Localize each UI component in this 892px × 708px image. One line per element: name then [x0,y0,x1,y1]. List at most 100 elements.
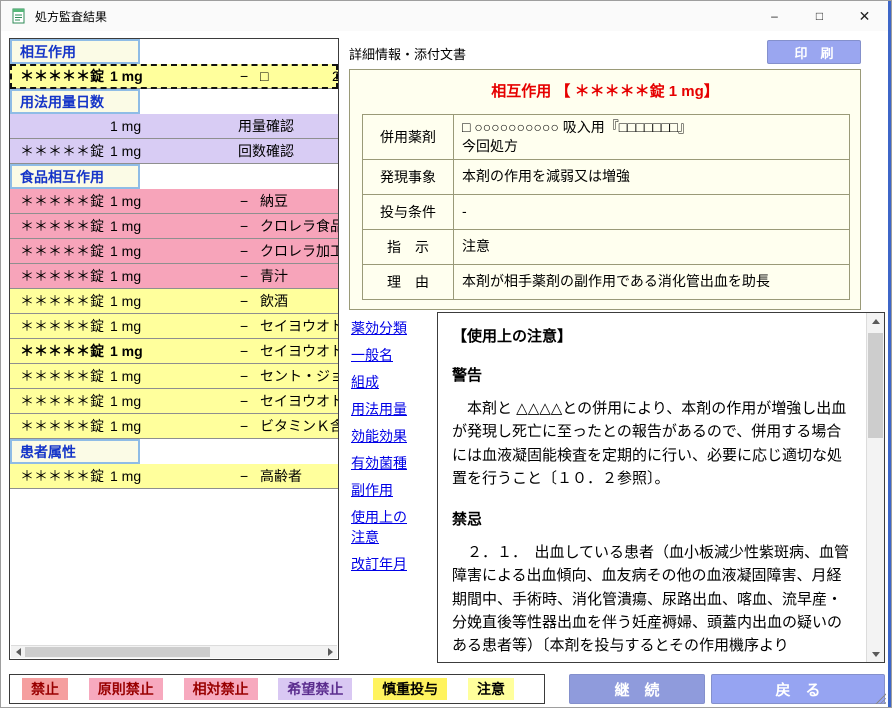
section-header-label: 相互作用 [20,42,76,62]
row-item: セイヨウオト [260,341,338,361]
doc-nav-link[interactable]: 効能効果 [351,426,415,446]
section-header-label: 患者属性 [20,442,76,462]
row-drug-name: ＊＊＊＊＊錠 [20,241,104,261]
doc-nav-link[interactable]: 用法用量 [351,399,415,419]
row-dash: − [240,68,248,84]
print-button[interactable]: 印 刷 [767,40,861,64]
doc-nav-link[interactable]: 有効菌種 [351,453,415,473]
audit-row[interactable]: ＊＊＊＊＊錠1 mg−セイヨウオト [10,389,338,414]
legend-item: 相対禁止 [184,678,258,700]
row-item: セイヨウオト [260,316,338,336]
row-dash: − [240,393,248,409]
close-button[interactable]: ✕ [842,1,887,31]
row-dash: − [240,343,248,359]
scroll-left-icon [16,648,21,656]
detail-table-row: 理 由本剤が相手薬剤の副作用である消化管出血を助長 [363,264,850,299]
detail-table-body: 併用薬剤□ ○○○○○○○○○○ 吸入用『□□□□□□□』 今回処方発現事象本剤… [363,115,850,300]
detail-row-label: 併用薬剤 [363,115,454,160]
audit-row[interactable]: ＊＊＊＊＊錠 1 mg −高齢者 [10,464,338,489]
doc-nav-link[interactable]: 使用上の注意 [351,507,415,547]
detail-table: 併用薬剤□ ○○○○○○○○○○ 吸入用『□□□□□□□』 今回処方発現事象本剤… [362,114,850,300]
row-dose: 1 mg [110,268,141,284]
row-item: 高齢者 [260,466,302,486]
doc-nav-link[interactable]: 改訂年月 [351,554,415,574]
row-drug-name: ＊＊＊＊＊錠 [20,466,104,486]
row-trail: 2 [332,68,338,84]
section-header-label: 食品相互作用 [20,167,104,187]
vertical-scrollbar-thumb[interactable] [868,333,883,438]
doc-nav-link[interactable]: 副作用 [351,480,415,500]
row-item: 用量確認 [238,116,294,136]
doc-nav-link[interactable]: 一般名 [351,345,415,365]
audit-row[interactable]: ＊＊＊＊＊錠1 mg回数確認 [10,139,338,164]
window-controls: – □ ✕ [752,1,887,31]
doc-section-body: 本剤と △△△△との併用により、本剤の作用が増強し出血が発現し死亡に至ったとの報… [452,397,853,490]
audit-row[interactable]: ＊＊＊＊＊錠1 mg−ビタミンＫ含 [10,414,338,439]
row-dose: 1 mg [110,218,141,234]
scroll-left-button[interactable] [11,646,25,658]
row-drug-name: ＊＊＊＊＊錠 [20,216,104,236]
row-drug-name: ＊＊＊＊＊錠 [20,291,104,311]
vertical-scrollbar-track[interactable] [867,329,884,646]
row-dose: 1 mg [110,293,141,309]
detail-header-label: 詳細情報・添付文書 [349,44,466,63]
vertical-scrollbar[interactable] [866,313,884,662]
back-button[interactable]: 戻 る [711,674,885,704]
audit-row[interactable]: ＊＊＊＊＊錠1 mg−□2 [10,64,338,89]
detail-table-row: 投与条件- [363,194,850,229]
row-dash: − [240,193,248,209]
audit-row[interactable]: ＊＊＊＊＊錠1 mg−クロレラ加工 [10,239,338,264]
scroll-down-button[interactable] [867,646,884,662]
audit-row[interactable]: ＊＊＊＊＊錠1 mg−セント・ジョー [10,364,338,389]
detail-row-value: □ ○○○○○○○○○○ 吸入用『□□□□□□□』 今回処方 [454,115,850,160]
audit-row[interactable]: ＊＊＊＊＊錠1 mg−納豆 [10,189,338,214]
row-item: セント・ジョー [260,366,338,386]
detail-row-value: - [454,194,850,229]
audit-row[interactable]: 1 mg用量確認 [10,114,338,139]
detail-title: 相互作用 【 ＊＊＊＊＊錠 1 mg】 [350,80,860,101]
audit-row[interactable]: ＊＊＊＊＊錠1 mg−青汁 [10,264,338,289]
row-item: 納豆 [260,191,288,211]
section-header: 用法用量日数 [10,89,140,114]
scroll-right-icon [328,648,333,656]
horizontal-scrollbar[interactable] [11,645,337,658]
row-dose: 1 mg [110,343,143,359]
doc-nav-link[interactable]: 薬効分類 [351,318,415,338]
audit-list-panel: 相互作用＊＊＊＊＊錠1 mg−□2用法用量日数1 mg用量確認＊＊＊＊＊錠1 m… [9,38,339,660]
audit-row[interactable]: ＊＊＊＊＊錠1 mg−飲酒 [10,289,338,314]
row-item: クロレラ加工 [260,241,338,261]
audit-row[interactable]: ＊＊＊＊＊錠1 mg−セイヨウオト [10,314,338,339]
window-edge-accent [888,1,891,707]
scroll-right-button[interactable] [323,646,337,658]
horizontal-scrollbar-track[interactable] [25,646,323,658]
maximize-button[interactable]: □ [797,1,842,31]
document-content: 【使用上の注意】 警告 本剤と △△△△との併用により、本剤の作用が増強し出血が… [438,313,867,662]
detail-box: 相互作用 【 ＊＊＊＊＊錠 1 mg】 併用薬剤□ ○○○○○○○○○○ 吸入用… [349,69,861,310]
row-dash: − [240,468,248,484]
row-dose: 1 mg [110,468,141,484]
row-item: 青汁 [260,266,288,286]
row-dash: − [240,318,248,334]
prescription-audit-window: 処方監査結果 – □ ✕ 相互作用＊＊＊＊＊錠1 mg−□2用法用量日数1 mg… [0,0,892,708]
audit-row[interactable]: ＊＊＊＊＊錠 1 mg −セイヨウオト [10,339,338,364]
app-icon [11,8,27,24]
row-drug-name: ＊＊＊＊＊錠 [20,391,104,411]
audit-row[interactable]: ＊＊＊＊＊錠1 mg−クロレラ食品 [10,214,338,239]
legend-box: 禁止原則禁止相対禁止希望禁止慎重投与注意 [9,674,545,704]
doc-section-heading: 警告 [452,364,853,385]
row-item: □ [260,68,268,84]
minimize-button[interactable]: – [752,1,797,31]
row-drug-name: ＊＊＊＊＊錠 [20,341,104,361]
row-dose: 1 mg [110,368,141,384]
horizontal-scrollbar-thumb[interactable] [25,647,210,657]
left-panel-rows: 相互作用＊＊＊＊＊錠1 mg−□2用法用量日数1 mg用量確認＊＊＊＊＊錠1 m… [10,39,338,646]
row-dose: 1 mg [110,68,143,84]
scroll-up-button[interactable] [867,313,884,329]
doc-section-heading: 禁忌 [452,508,853,529]
doc-nav-link[interactable]: 組成 [351,372,415,392]
title-bar: 処方監査結果 – □ ✕ [1,1,891,31]
detail-table-row: 発現事象本剤の作用を減弱又は増強 [363,159,850,194]
continue-button[interactable]: 継 続 [569,674,705,704]
row-dose: 1 mg [110,243,141,259]
legend-item: 禁止 [22,678,68,700]
